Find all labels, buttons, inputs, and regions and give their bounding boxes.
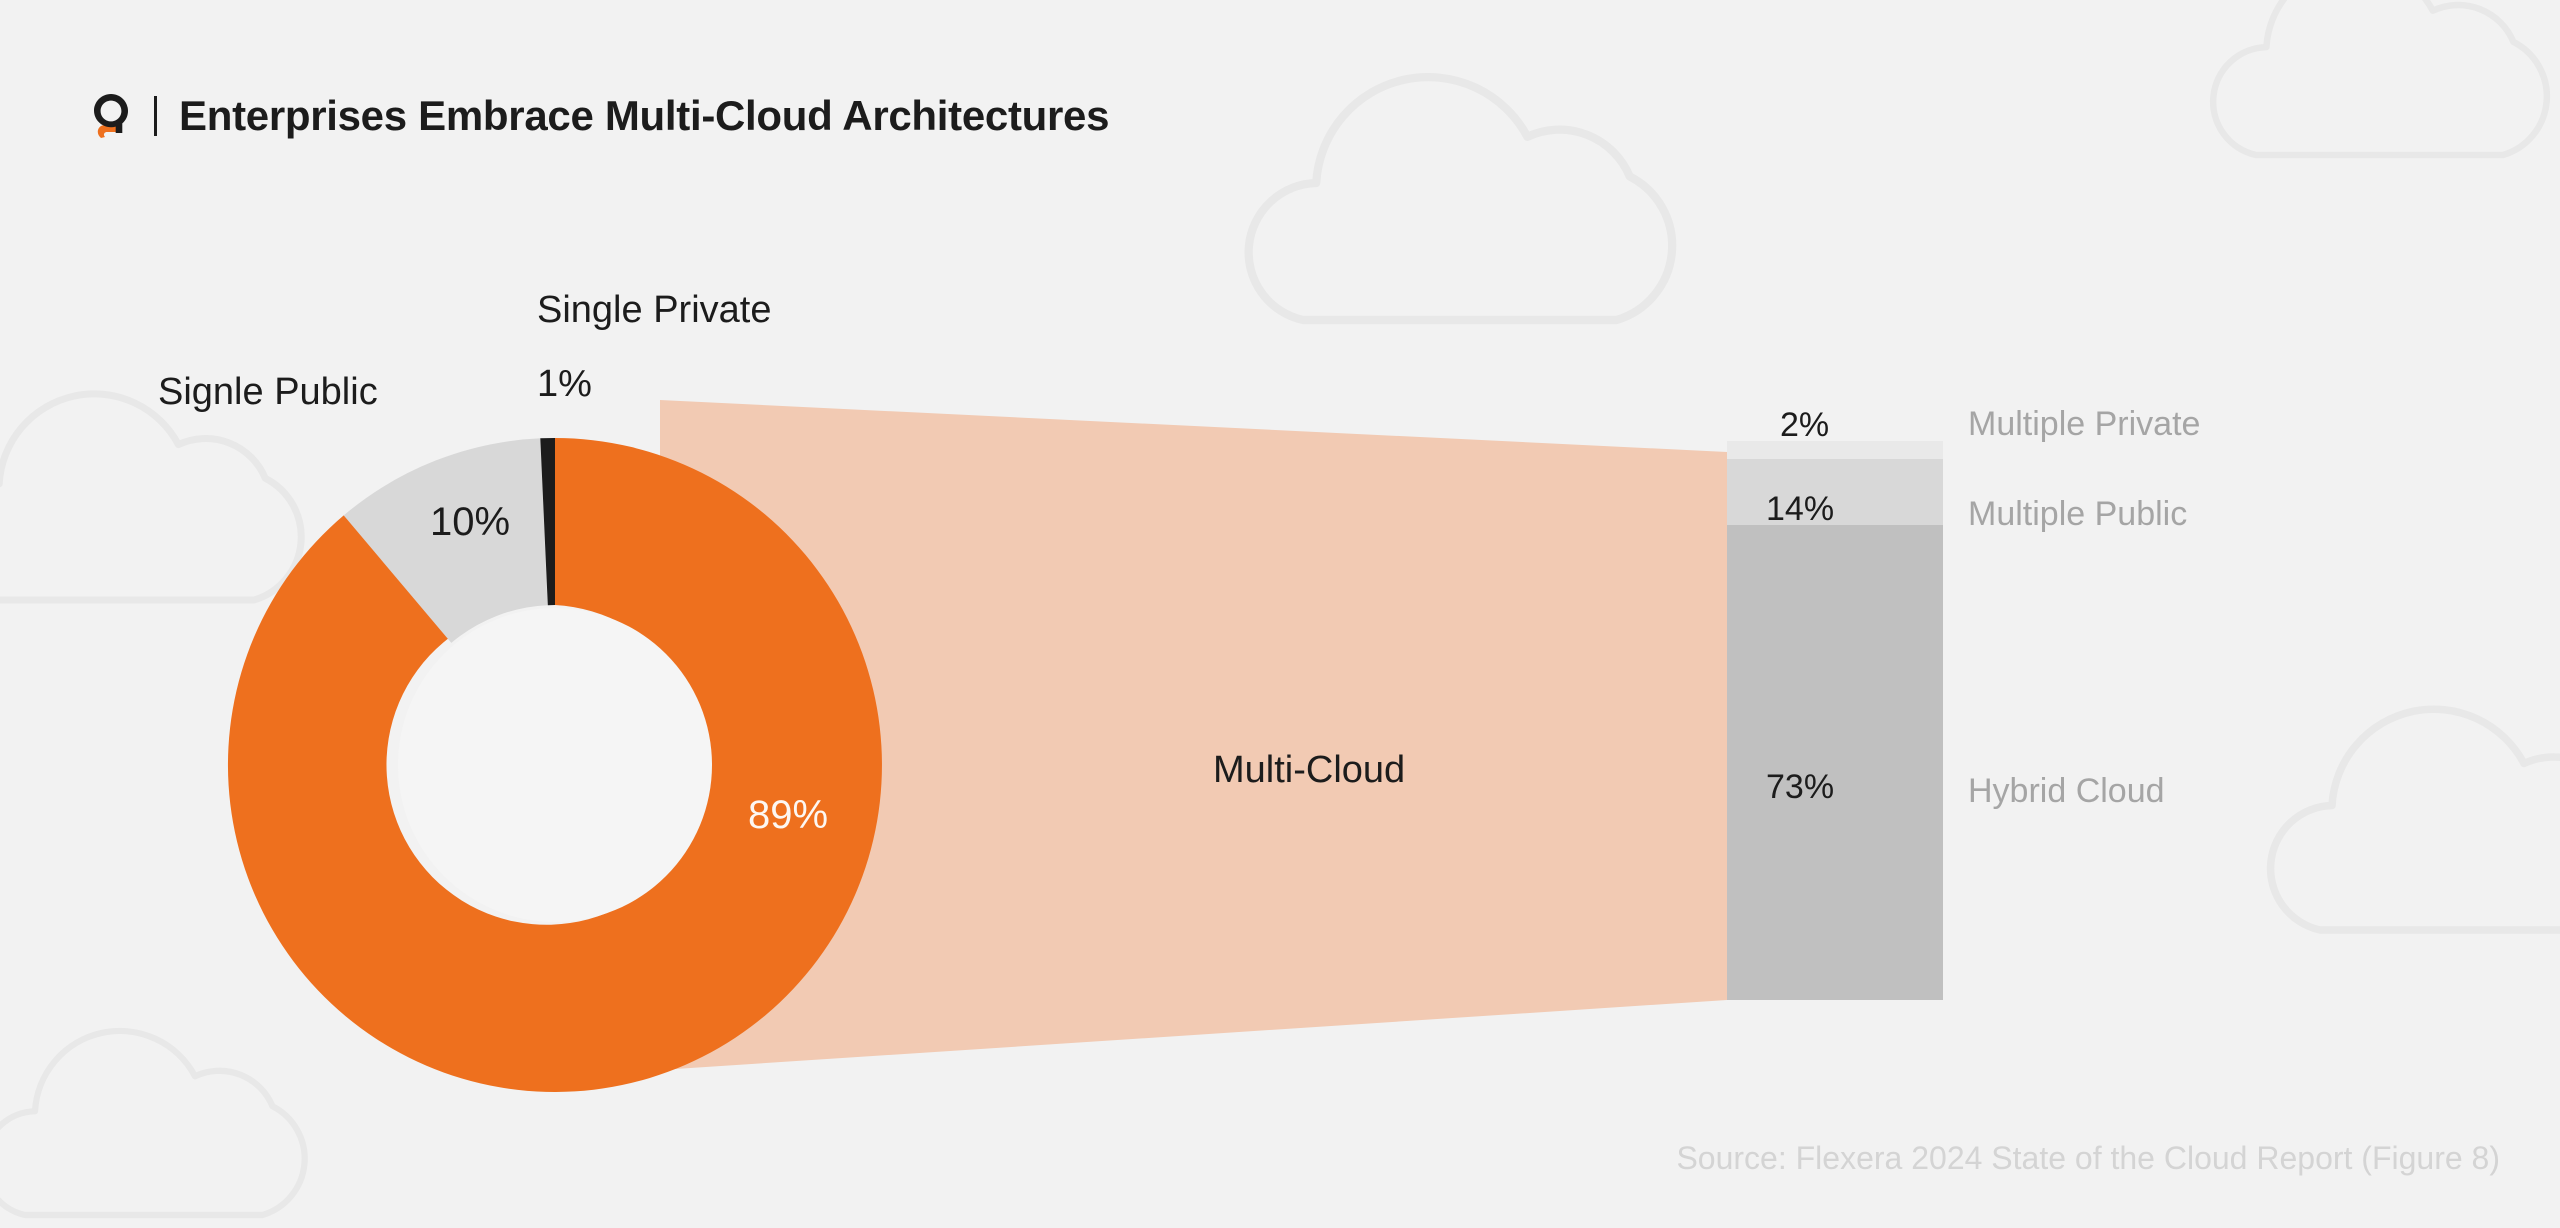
bar-value-hybrid-cloud: 73%	[1766, 768, 1835, 806]
donut-label-single-private: Single Private	[537, 289, 772, 331]
bar-segment-multiple-public	[1727, 459, 1943, 525]
donut-value-single-public: 10%	[430, 500, 511, 544]
source-note: Source: Flexera 2024 State of the Cloud …	[1676, 1140, 2500, 1176]
bar-value-multiple-public: 14%	[1766, 490, 1835, 528]
donut-chart	[227, 437, 882, 1092]
bar-value-multiple-private: 2%	[1780, 406, 1830, 444]
chart-canvas: Enterprises Embrace Multi-Cloud Architec…	[0, 0, 2560, 1228]
bar-category-hybrid-cloud: Hybrid Cloud	[1968, 772, 2165, 810]
donut-label-single-public: Signle Public	[158, 371, 378, 413]
bar-segment-multiple-private	[1727, 441, 1943, 459]
chart-graphics	[227, 400, 1943, 1092]
bar-category-multiple-public: Multiple Public	[1968, 495, 2188, 533]
bar-segment-hybrid-cloud	[1727, 525, 1943, 1000]
donut-value-single-private: 1%	[537, 363, 592, 405]
donut-hole	[398, 608, 712, 922]
chart-figure: Signle Public Single Private 1% 10% 89% …	[0, 0, 2560, 1228]
bar-category-multiple-private: Multiple Private	[1968, 405, 2201, 443]
funnel-label-multi-cloud: Multi-Cloud	[1213, 749, 1406, 791]
donut-value-multi-cloud: 89%	[748, 793, 829, 837]
